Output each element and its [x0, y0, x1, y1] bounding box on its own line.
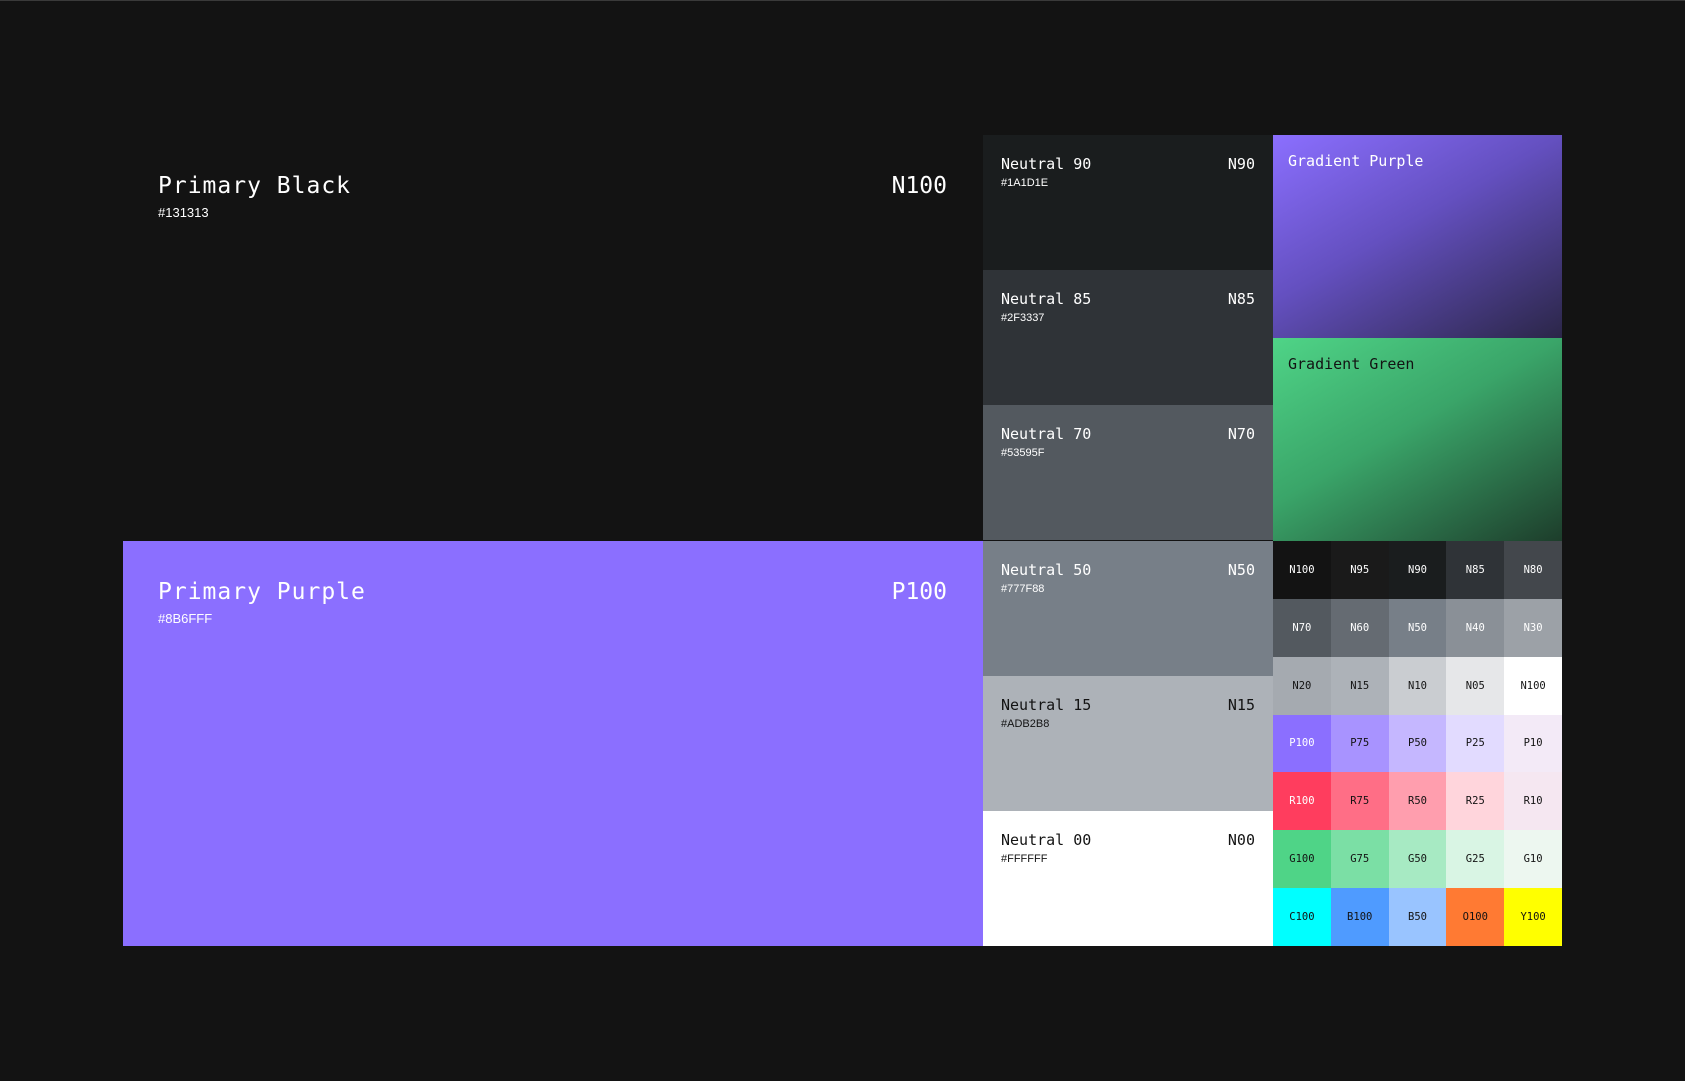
- neutral-50-block: Neutral 50 #777F88 N50: [983, 541, 1273, 676]
- gradient-name: Gradient Purple: [1288, 152, 1424, 170]
- swatch-y100: Y100: [1504, 888, 1562, 946]
- swatch-p50: P50: [1388, 714, 1447, 773]
- swatch-n95: N95: [1330, 541, 1389, 599]
- neutral-90-block: Neutral 90 #1A1D1E N90: [983, 135, 1273, 270]
- primary-black-block: Primary Black #131313 N100: [123, 135, 983, 540]
- swatch-r50: R50: [1388, 772, 1447, 831]
- color-name: Primary Black: [158, 173, 352, 199]
- color-name: Neutral 15: [1001, 696, 1092, 714]
- swatch-n90: N90: [1388, 541, 1447, 599]
- neutral-85-block: Neutral 85 #2F3337 N85: [983, 270, 1273, 405]
- color-hex: #131313: [158, 205, 209, 220]
- swatch-c100: C100: [1273, 888, 1331, 946]
- color-hex: #2F3337: [1001, 312, 1045, 324]
- color-code: N15: [1227, 696, 1255, 714]
- neutral-70-block: Neutral 70 #53595F N70: [983, 405, 1273, 540]
- swatch-b50: B50: [1388, 888, 1447, 946]
- color-code: N70: [1227, 425, 1255, 443]
- swatch-n80: N80: [1504, 541, 1562, 599]
- color-name: Neutral 90: [1001, 155, 1092, 173]
- swatch-n40: N40: [1446, 598, 1505, 657]
- swatch-n30: N30: [1504, 598, 1562, 657]
- color-name: Neutral 70: [1001, 425, 1092, 443]
- swatch-g10: G10: [1504, 830, 1562, 889]
- swatch-p75: P75: [1330, 714, 1389, 773]
- swatch-p25: P25: [1446, 714, 1505, 773]
- swatch-p100: P100: [1273, 714, 1331, 773]
- swatch-p10: P10: [1504, 714, 1562, 773]
- color-name: Neutral 00: [1001, 831, 1092, 849]
- color-hex: #FFFFFF: [1001, 853, 1048, 865]
- swatch-g25: G25: [1446, 830, 1505, 889]
- swatch-r10: R10: [1504, 772, 1562, 831]
- swatch-n10: N10: [1388, 656, 1447, 715]
- swatch-grid: N100 N95 N90 N85 N80 N70 N60 N50 N40 N30 N20 N15 N10…: [1273, 541, 1562, 946]
- swatch-n20: N20: [1273, 656, 1331, 715]
- color-name: Primary Purple: [158, 579, 366, 605]
- color-name: Neutral 85: [1001, 290, 1092, 308]
- color-code: P100: [891, 579, 947, 605]
- swatch-g75: G75: [1330, 830, 1389, 889]
- neutral-00-block: Neutral 00 #FFFFFF N00: [983, 811, 1273, 946]
- swatch-r100: R100: [1273, 772, 1331, 831]
- color-hex: #8B6FFF: [158, 611, 213, 626]
- swatch-n100: N100: [1504, 656, 1562, 715]
- swatch-n50: N50: [1388, 598, 1447, 657]
- gradient-purple-block: Gradient Purple: [1273, 135, 1562, 338]
- swatch-n15: N15: [1330, 656, 1389, 715]
- color-hex: #777F88: [1001, 583, 1045, 595]
- swatch-n85: N85: [1446, 541, 1505, 599]
- primary-purple-block: Primary Purple #8B6FFF P100: [123, 541, 983, 946]
- swatch-b100: B100: [1330, 888, 1389, 946]
- swatch-o100: O100: [1446, 888, 1505, 946]
- gradient-green-block: Gradient Green: [1273, 338, 1562, 541]
- gradient-name: Gradient Green: [1288, 355, 1415, 373]
- swatch-g100: G100: [1273, 830, 1331, 889]
- swatch-n60: N60: [1330, 598, 1389, 657]
- color-code: N50: [1227, 561, 1255, 579]
- swatch-n05: N05: [1446, 656, 1505, 715]
- color-code: N00: [1227, 831, 1255, 849]
- color-code: N90: [1227, 155, 1255, 173]
- swatch-r25: R25: [1446, 772, 1505, 831]
- swatch-n100: N100: [1273, 541, 1331, 599]
- color-hex: #1A1D1E: [1001, 177, 1049, 189]
- swatch-g50: G50: [1388, 830, 1447, 889]
- swatch-r75: R75: [1330, 772, 1389, 831]
- color-name: Neutral 50: [1001, 561, 1092, 579]
- color-code: N100: [891, 173, 947, 199]
- color-code: N85: [1227, 290, 1255, 308]
- color-hex: #ADB2B8: [1001, 718, 1050, 730]
- swatch-n70: N70: [1273, 598, 1331, 657]
- neutral-15-block: Neutral 15 #ADB2B8 N15: [983, 676, 1273, 811]
- color-hex: #53595F: [1001, 447, 1045, 459]
